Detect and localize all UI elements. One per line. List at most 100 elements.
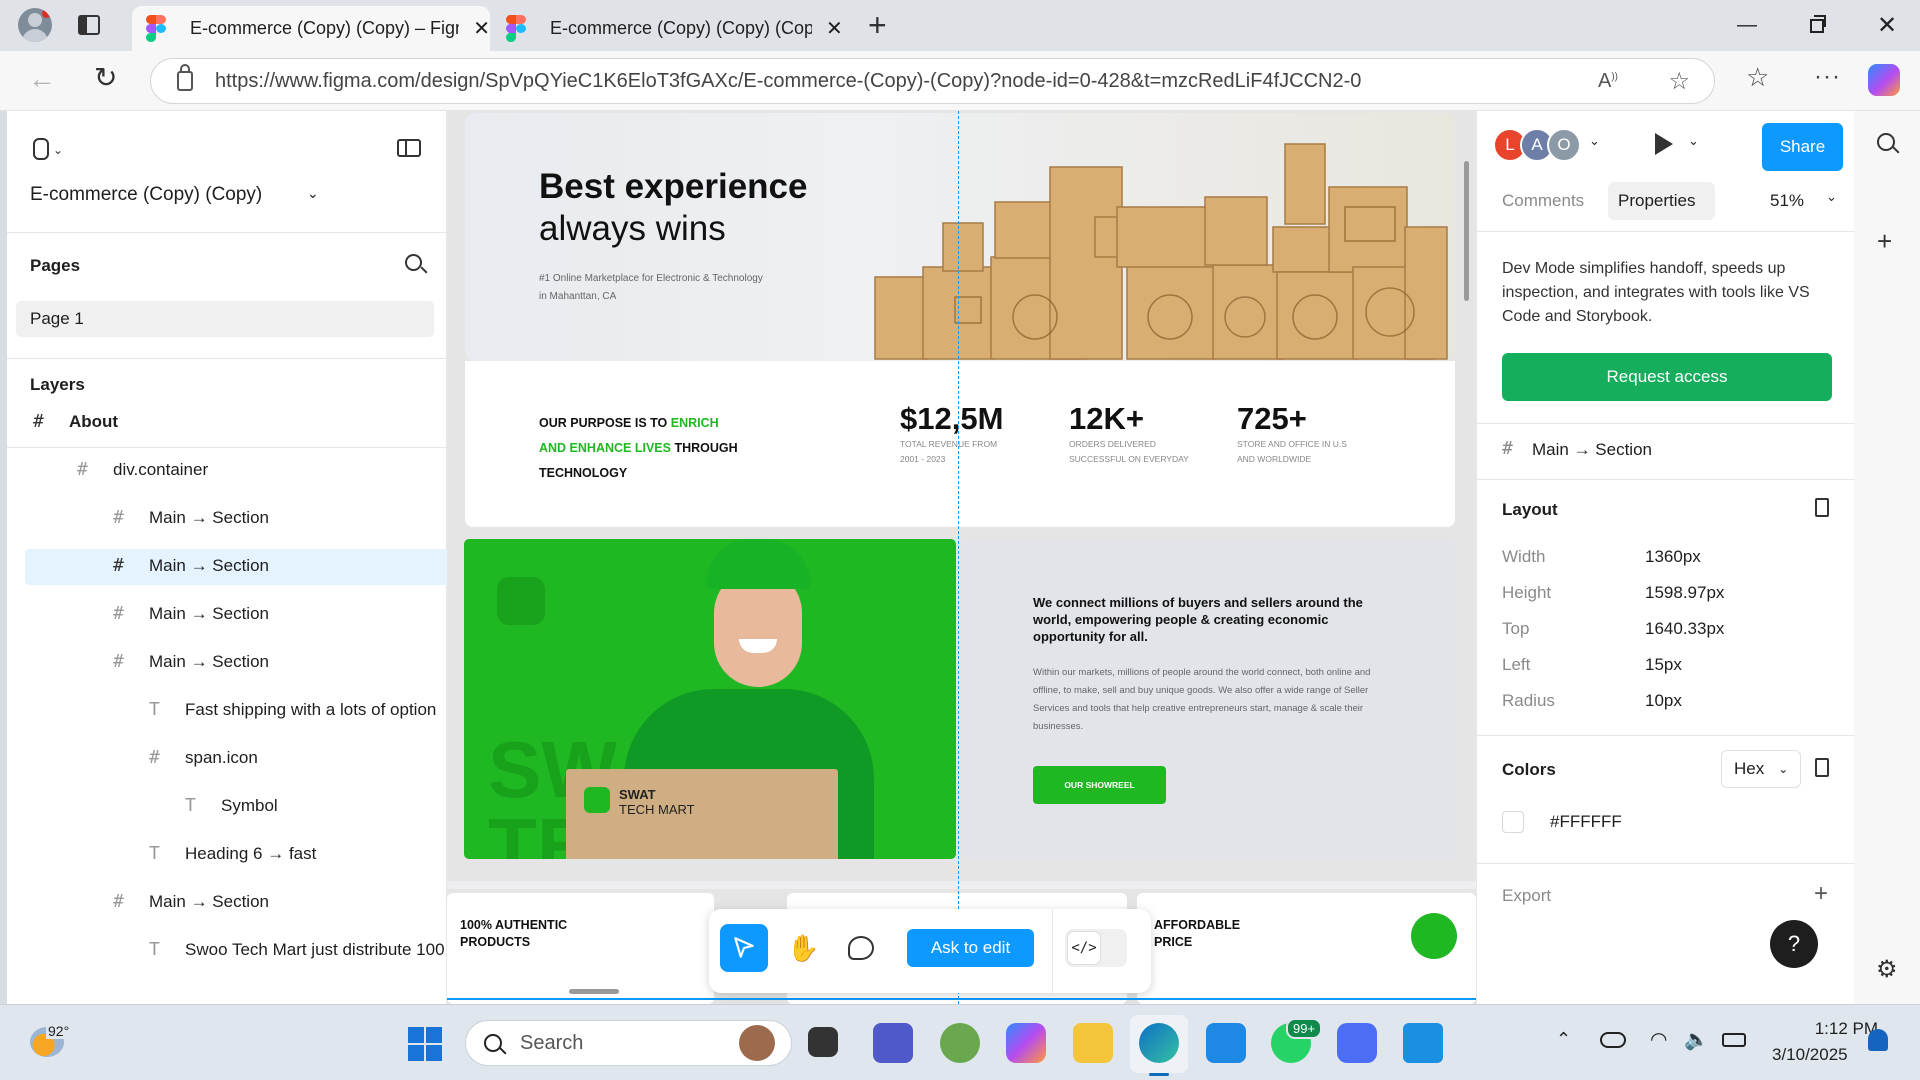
- vertical-scrollbar[interactable]: [1464, 161, 1469, 301]
- move-tool-button[interactable]: [720, 924, 768, 972]
- prop-value[interactable]: 1360px: [1645, 547, 1701, 567]
- feature-card-3[interactable]: AFFORDABLE PRICE: [1137, 893, 1476, 1004]
- tab-close-icon[interactable]: ✕: [826, 16, 843, 41]
- show-hidden-icons[interactable]: ⌃: [1556, 1029, 1571, 1050]
- profile-avatar[interactable]: [18, 8, 52, 42]
- layer-row[interactable]: T Symbol: [7, 795, 447, 821]
- onedrive-icon[interactable]: [1600, 1032, 1626, 1048]
- prop-value[interactable]: 1598.97px: [1645, 583, 1724, 603]
- help-button[interactable]: ?: [1770, 920, 1818, 968]
- restore-button[interactable]: [1782, 0, 1852, 51]
- back-button[interactable]: ←: [28, 63, 56, 95]
- file-name[interactable]: E-commerce (Copy) (Copy): [30, 184, 262, 206]
- feature-card-1[interactable]: 100% AUTHENTIC PRODUCTS: [447, 893, 714, 1004]
- tab-figma-active[interactable]: E-commerce (Copy) (Copy) – Figma ✕: [132, 6, 490, 51]
- clock-date[interactable]: 3/10/2025: [1772, 1045, 1848, 1065]
- layer-row[interactable]: # About: [7, 411, 447, 437]
- figma-menu-icon[interactable]: ⌄: [33, 137, 63, 160]
- zoom-chevron-icon[interactable]: ⌄: [1826, 189, 1837, 205]
- promo-body: Within our markets, millions of people a…: [1033, 667, 1371, 732]
- clock-time[interactable]: 1:12 PM: [1798, 1019, 1878, 1039]
- refresh-button[interactable]: ↻: [94, 61, 117, 94]
- hexagon-app-icon[interactable]: [1337, 1023, 1377, 1063]
- layer-row[interactable]: # div.container: [7, 459, 447, 485]
- teams-icon[interactable]: [873, 1023, 913, 1063]
- prop-value[interactable]: 1640.33px: [1645, 619, 1724, 639]
- url-field[interactable]: https://www.figma.com/design/SpVpQYieC1K…: [150, 58, 1715, 104]
- battery-icon[interactable]: [1722, 1033, 1746, 1047]
- tab-comments[interactable]: Comments: [1502, 191, 1584, 211]
- ask-to-edit-button[interactable]: Ask to edit: [907, 929, 1034, 967]
- copy-colors-icon[interactable]: [1815, 758, 1829, 777]
- volume-icon[interactable]: 🔈: [1684, 1027, 1709, 1052]
- present-chevron-icon[interactable]: ⌄: [1688, 133, 1699, 149]
- showreel-button[interactable]: OUR SHOWREEL: [1033, 766, 1166, 804]
- present-play-icon[interactable]: [1655, 133, 1673, 155]
- color-hex-value[interactable]: #FFFFFF: [1550, 812, 1622, 832]
- search-pages-icon[interactable]: [405, 254, 428, 274]
- favorites-icon[interactable]: ☆: [1746, 62, 1769, 93]
- promo-image[interactable]: SW TE SWAT TECH MART: [464, 539, 956, 859]
- prop-value[interactable]: 15px: [1645, 655, 1682, 675]
- dev-mode-toggle[interactable]: </>: [1065, 929, 1127, 967]
- start-button[interactable]: [408, 1027, 442, 1061]
- purpose-stats-section[interactable]: OUR PURPOSE IS TO ENRICH AND ENHANCE LIV…: [465, 361, 1455, 527]
- chameleon-app-icon[interactable]: [940, 1023, 980, 1063]
- edge-icon[interactable]: [1139, 1023, 1179, 1063]
- zoom-level[interactable]: 51%: [1770, 191, 1804, 211]
- person-cap: [706, 539, 810, 589]
- stat-revenue: $12,5M TOTAL REVENUE FROM 2001 - 2023: [900, 401, 1004, 464]
- horizontal-scrollbar[interactable]: [569, 989, 619, 994]
- file-explorer-icon[interactable]: [1073, 1023, 1113, 1063]
- more-menu-icon[interactable]: ···: [1814, 63, 1841, 91]
- promo-text-card[interactable]: We connect millions of buyers and seller…: [962, 539, 1455, 859]
- tab-close-icon[interactable]: ✕: [473, 16, 490, 41]
- taskbar-search[interactable]: Search: [465, 1020, 792, 1066]
- add-export-icon[interactable]: +: [1814, 880, 1828, 908]
- layer-row[interactable]: T Heading 6 → fast: [7, 843, 447, 869]
- layer-row[interactable]: # Main → Section: [7, 891, 447, 917]
- frame-hash-icon: #: [1502, 438, 1513, 459]
- prop-value[interactable]: 10px: [1645, 691, 1682, 711]
- share-button[interactable]: Share: [1762, 123, 1843, 171]
- design-canvas[interactable]: Best experience always wins #1 Online Ma…: [447, 111, 1476, 1004]
- comment-tool-icon[interactable]: [848, 936, 874, 960]
- avatar-o[interactable]: O: [1547, 128, 1581, 162]
- sidebar-search-icon[interactable]: [1877, 133, 1900, 154]
- tab-actions-icon[interactable]: [78, 15, 100, 35]
- vscode-icon[interactable]: [1403, 1023, 1443, 1063]
- close-window-button[interactable]: ✕: [1852, 0, 1920, 51]
- layer-row[interactable]: T Fast shipping with a lots of option: [7, 699, 447, 725]
- browser-tab-bar: E-commerce (Copy) (Copy) – Figma ✕ E-com…: [0, 0, 1920, 51]
- hero-banner[interactable]: Best experience always wins #1 Online Ma…: [465, 113, 1455, 361]
- chevron-down-icon[interactable]: ⌄: [307, 185, 319, 202]
- avatars-chevron-icon[interactable]: ⌄: [1589, 133, 1600, 149]
- layer-row[interactable]: # Main → Section: [7, 651, 447, 677]
- copilot-icon[interactable]: [1868, 64, 1900, 96]
- copy-layout-icon[interactable]: [1815, 498, 1829, 517]
- layer-label: Main → Section: [149, 892, 269, 911]
- color-format-select[interactable]: Hex ⌄: [1721, 750, 1801, 788]
- color-swatch[interactable]: [1502, 811, 1524, 833]
- layer-row[interactable]: T Swoo Tech Mart just distribute 100: [7, 939, 447, 965]
- layer-row[interactable]: # Main → Section: [7, 555, 447, 581]
- lock-icon[interactable]: [177, 64, 193, 91]
- layer-row[interactable]: # span.icon: [7, 747, 447, 773]
- favorite-star-icon[interactable]: ☆: [1668, 67, 1690, 96]
- tab-figma-second[interactable]: E-commerce (Copy) (Copy) (Copy) ✕: [492, 6, 850, 51]
- read-aloud-icon[interactable]: A)): [1598, 70, 1618, 93]
- toggle-sidebar-icon[interactable]: [397, 139, 421, 157]
- layer-row[interactable]: # Main → Section: [7, 507, 447, 533]
- layer-row[interactable]: # Main → Section: [7, 603, 447, 629]
- microsoft-store-icon[interactable]: [1206, 1023, 1246, 1063]
- minimize-button[interactable]: —: [1712, 0, 1782, 51]
- request-access-button[interactable]: Request access: [1502, 353, 1832, 401]
- sidebar-settings-icon[interactable]: ⚙: [1876, 955, 1898, 984]
- hand-tool-icon[interactable]: ✋: [787, 933, 819, 964]
- task-view-icon[interactable]: [808, 1027, 838, 1057]
- notifications-bell-icon[interactable]: [1868, 1029, 1888, 1051]
- wifi-icon[interactable]: ◠: [1650, 1027, 1667, 1052]
- sidebar-add-icon[interactable]: +: [1877, 226, 1892, 257]
- copilot-app-icon[interactable]: [1006, 1023, 1046, 1063]
- new-tab-button[interactable]: +: [868, 8, 887, 42]
